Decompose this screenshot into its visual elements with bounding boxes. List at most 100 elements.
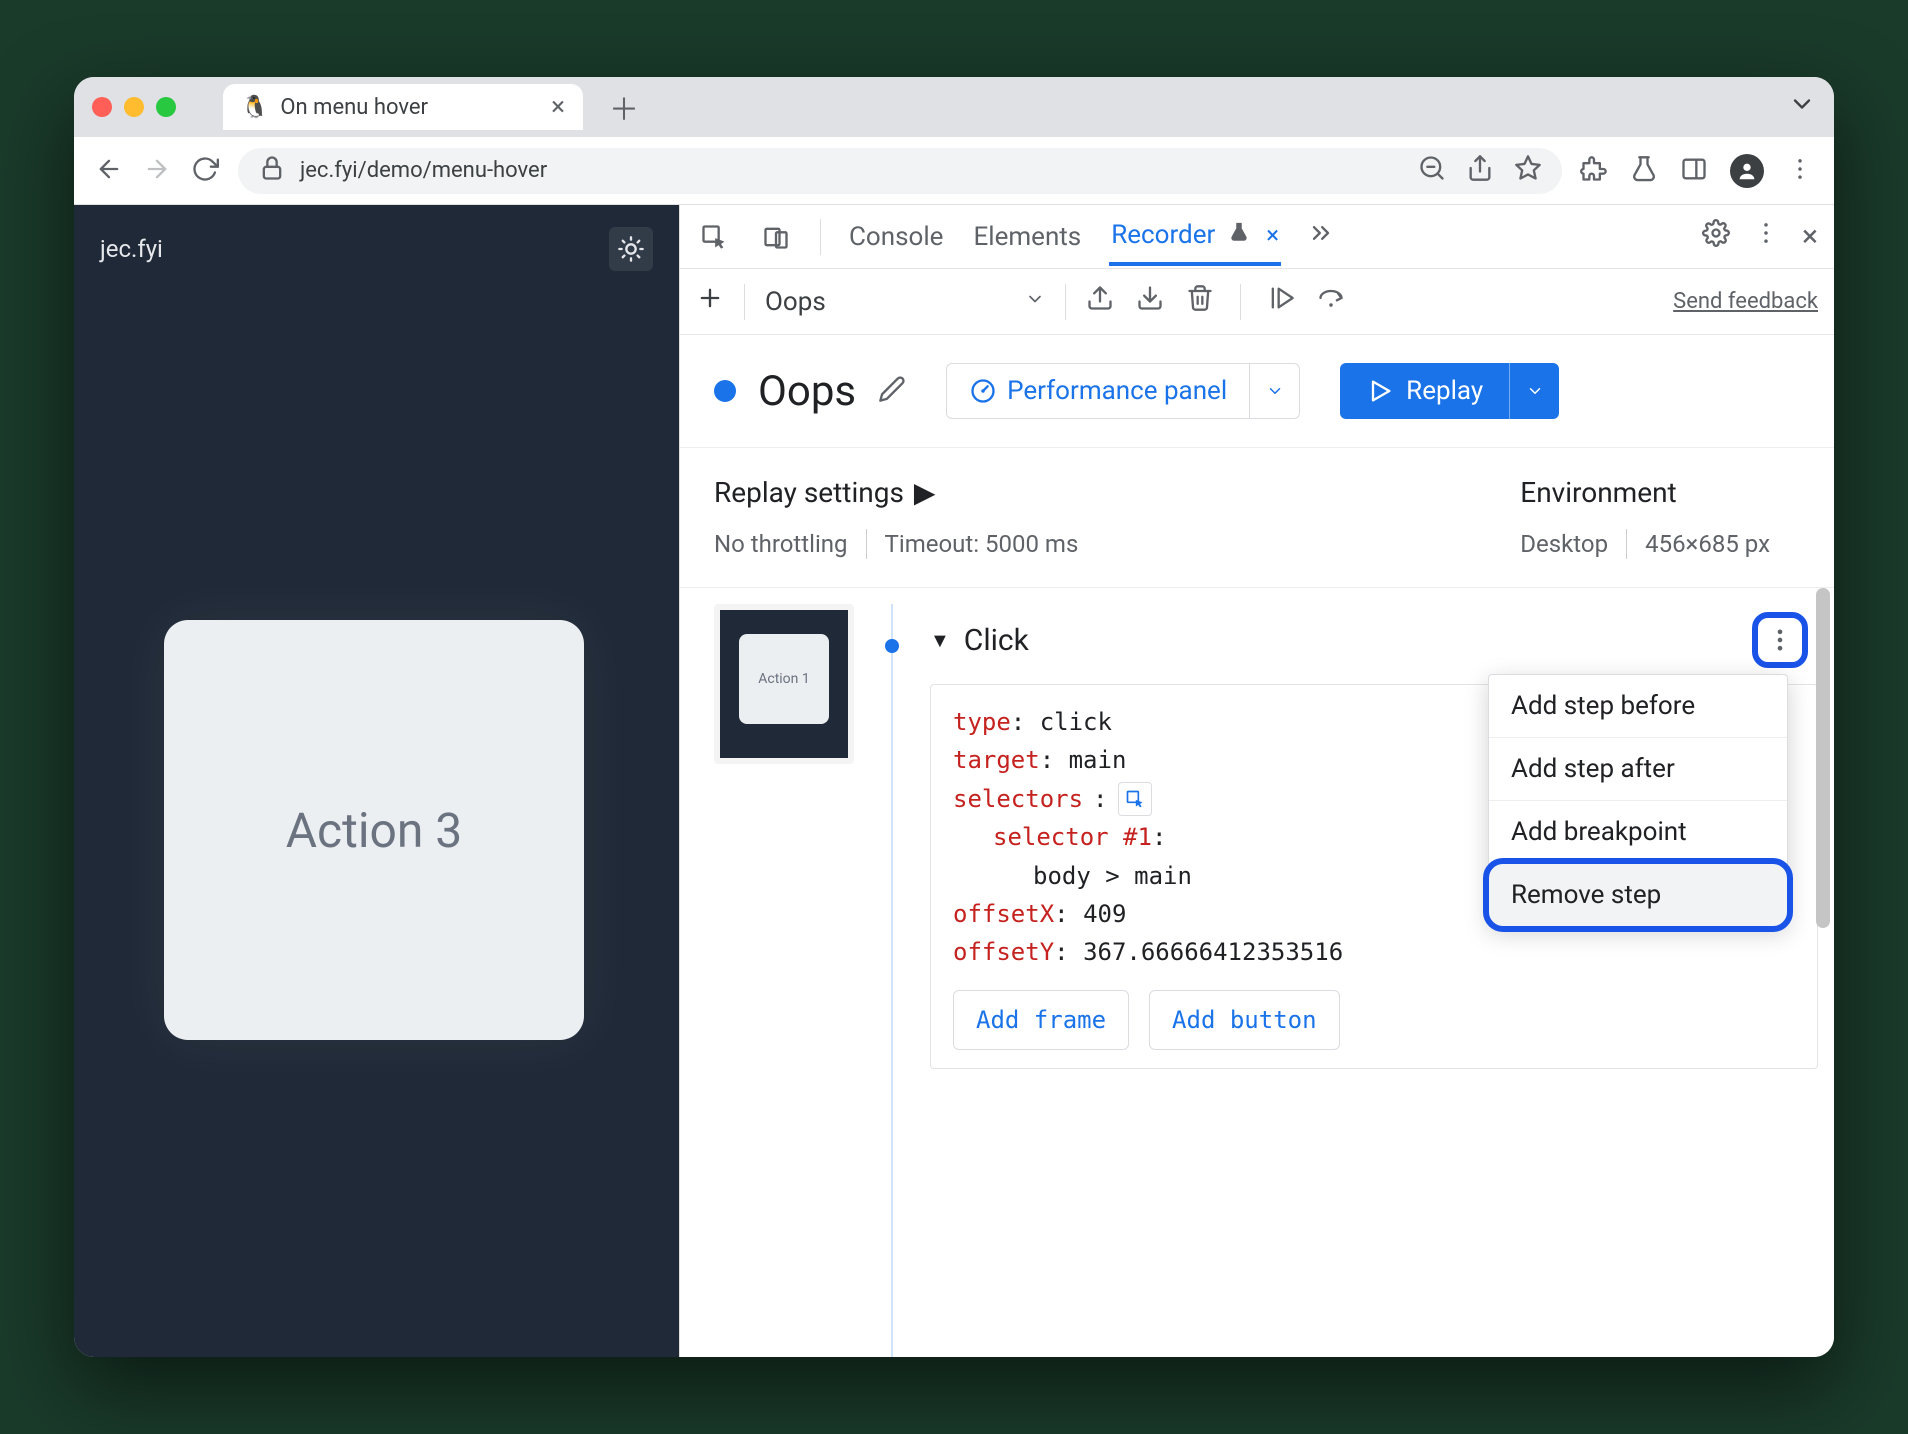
- recording-selector[interactable]: Oops: [765, 287, 1045, 317]
- share-icon[interactable]: [1466, 154, 1494, 188]
- menu-add-step-before[interactable]: Add step before: [1489, 675, 1787, 738]
- timeout-value: Timeout: 5000 ms: [885, 530, 1079, 558]
- send-feedback-link[interactable]: Send feedback: [1673, 289, 1818, 314]
- card-label: Action 3: [286, 802, 463, 859]
- site-logo[interactable]: jec.fyi: [100, 235, 163, 263]
- continue-replay-button[interactable]: [1267, 284, 1295, 319]
- url-text: jec.fyi/demo/menu-hover: [300, 158, 547, 183]
- bookmark-icon[interactable]: [1514, 154, 1542, 188]
- browser-window: 🐧 On menu hover × ＋ jec.fyi/demo/menu-ho…: [74, 77, 1834, 1357]
- tab-recorder[interactable]: Recorder ×: [1109, 208, 1281, 266]
- devtools-tabs: Console Elements Recorder × ×: [680, 205, 1834, 269]
- demo-card[interactable]: Action 3: [164, 620, 584, 1040]
- flask-icon: [1228, 220, 1250, 250]
- performance-panel-button[interactable]: Performance panel: [946, 363, 1300, 419]
- user-icon: [1736, 160, 1758, 182]
- timeline: [872, 604, 912, 1357]
- add-frame-button[interactable]: Add frame: [953, 990, 1129, 1050]
- close-panel-button[interactable]: ×: [1266, 221, 1279, 249]
- export-button[interactable]: [1086, 284, 1114, 319]
- favicon-icon: 🐧: [241, 95, 268, 120]
- browser-tab[interactable]: 🐧 On menu hover ×: [223, 84, 583, 130]
- device-toggle-button[interactable]: [758, 219, 794, 255]
- step-title: Click: [964, 623, 1029, 658]
- zoom-out-icon[interactable]: [1418, 154, 1446, 188]
- chevron-down-icon: [1788, 90, 1816, 118]
- close-window-button[interactable]: [92, 97, 112, 117]
- tab-title: On menu hover: [280, 95, 428, 120]
- replay-dropdown-button[interactable]: [1509, 363, 1559, 419]
- env-viewport: 456×685 px: [1645, 530, 1770, 558]
- collapse-icon[interactable]: ▼: [930, 628, 950, 653]
- tab-console[interactable]: Console: [847, 210, 945, 264]
- recording-title: Oops: [758, 367, 856, 416]
- forward-button[interactable]: [142, 155, 172, 187]
- recording-indicator-icon: [714, 380, 736, 402]
- tab-elements[interactable]: Elements: [971, 210, 1083, 264]
- address-bar[interactable]: jec.fyi/demo/menu-hover: [238, 148, 1562, 194]
- more-tabs-button[interactable]: [1307, 219, 1335, 254]
- throttling-value: No throttling: [714, 530, 848, 558]
- replay-settings-row: Replay settings ▶ No throttling Timeout:…: [680, 448, 1834, 588]
- replay-button[interactable]: Replay: [1340, 363, 1559, 419]
- caret-right-icon: ▶: [914, 476, 936, 509]
- toolbar: jec.fyi/demo/menu-hover: [74, 137, 1834, 205]
- step-thumbnail[interactable]: Action 1: [714, 604, 854, 764]
- window-controls: [92, 97, 176, 117]
- menu-add-step-after[interactable]: Add step after: [1489, 738, 1787, 801]
- recorder-header: Oops Performance panel Replay: [680, 335, 1834, 448]
- back-button[interactable]: [94, 155, 124, 187]
- selector-value[interactable]: body > main: [1033, 862, 1192, 890]
- settings-button[interactable]: [1702, 219, 1730, 254]
- import-button[interactable]: [1136, 284, 1164, 319]
- theme-toggle[interactable]: [609, 227, 653, 271]
- close-tab-button[interactable]: ×: [551, 92, 565, 122]
- step-list: Action 1 ▼ Click type: click: [680, 588, 1834, 1357]
- step-over-button[interactable]: [1317, 284, 1345, 319]
- prop-offsetx-value[interactable]: 409: [1083, 900, 1126, 928]
- tab-list-button[interactable]: [1788, 90, 1816, 125]
- menu-add-breakpoint[interactable]: Add breakpoint: [1489, 801, 1787, 864]
- minimize-window-button[interactable]: [124, 97, 144, 117]
- prop-target-value[interactable]: main: [1069, 746, 1127, 774]
- maximize-window-button[interactable]: [156, 97, 176, 117]
- selector-picker-button[interactable]: [1118, 782, 1152, 816]
- play-icon: [1366, 377, 1394, 405]
- devtools-menu-button[interactable]: [1752, 219, 1780, 254]
- reload-button[interactable]: [190, 155, 220, 187]
- recording-name: Oops: [765, 287, 826, 317]
- step-item: ▼ Click type: click target: main selecto…: [930, 604, 1818, 1357]
- timeline-dot-icon: [885, 639, 899, 653]
- devtools-panel: Console Elements Recorder × ×: [679, 205, 1834, 1357]
- menu-remove-step[interactable]: Remove step: [1489, 864, 1787, 926]
- gauge-icon: [969, 377, 997, 405]
- new-tab-button[interactable]: ＋: [609, 85, 639, 129]
- labs-icon[interactable]: [1630, 155, 1658, 187]
- chevron-down-icon: [1025, 289, 1045, 314]
- replay-settings-header[interactable]: Replay settings ▶: [714, 476, 1078, 509]
- step-context-menu: Add step before Add step after Add break…: [1488, 674, 1788, 927]
- panel-icon[interactable]: [1680, 155, 1708, 187]
- edit-title-button[interactable]: [878, 375, 906, 407]
- browser-menu-button[interactable]: [1786, 155, 1814, 187]
- add-button-button[interactable]: Add button: [1149, 990, 1340, 1050]
- perf-dropdown-button[interactable]: [1249, 364, 1299, 418]
- scrollbar-thumb[interactable]: [1816, 588, 1830, 928]
- sun-icon: [617, 235, 645, 263]
- delete-recording-button[interactable]: [1186, 284, 1214, 319]
- new-recording-button[interactable]: [696, 284, 724, 319]
- thumbnail-label: Action 1: [739, 634, 829, 724]
- profile-avatar[interactable]: [1730, 154, 1764, 188]
- page-content: jec.fyi Action 3: [74, 205, 679, 1357]
- recorder-toolbar: Oops Send feedback: [680, 269, 1834, 335]
- kebab-icon: [1766, 626, 1794, 654]
- prop-offsety-value[interactable]: 367.66666412353516: [1083, 938, 1343, 966]
- step-menu-button[interactable]: [1752, 612, 1808, 668]
- extensions-icon[interactable]: [1580, 155, 1608, 187]
- close-devtools-button[interactable]: ×: [1802, 219, 1818, 254]
- environment-header: Environment: [1520, 476, 1770, 509]
- prop-type-value[interactable]: click: [1040, 708, 1112, 736]
- tab-strip: 🐧 On menu hover × ＋: [74, 77, 1834, 137]
- inspect-button[interactable]: [696, 219, 732, 255]
- lock-icon: [258, 154, 286, 188]
